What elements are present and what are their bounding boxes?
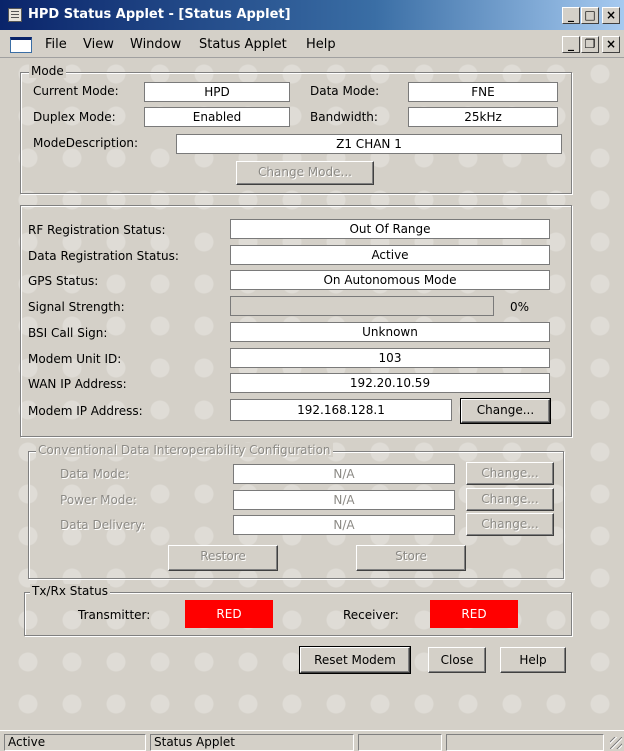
menu-bar: File View Window Status Applet Help [0, 30, 624, 58]
signal-strength-label: Signal Strength: [28, 300, 125, 314]
mode-legend: Mode [29, 64, 66, 78]
conv-data-mode-change-button[interactable]: Change... [466, 462, 554, 485]
document-icon[interactable] [10, 37, 32, 53]
txrx-status-legend: Tx/Rx Status [30, 584, 110, 598]
status-panel-empty-1 [358, 734, 442, 751]
store-button[interactable]: Store [356, 545, 466, 571]
resize-grip-icon[interactable] [610, 737, 622, 749]
receiver-indicator: RED [430, 600, 518, 628]
data-registration-label: Data Registration Status: [28, 249, 179, 263]
close-button[interactable]: × [602, 7, 620, 24]
restore-button[interactable]: Restore [168, 545, 278, 571]
signal-strength-bar [230, 296, 494, 316]
conventional-config-legend: Conventional Data Interoperability Confi… [36, 443, 333, 457]
mdi-restore-button[interactable]: ❐ [581, 36, 599, 53]
status-panel-state: Active [4, 734, 146, 751]
minimize-button[interactable]: _ [562, 7, 580, 24]
conv-data-mode-field: N/A [233, 464, 455, 484]
status-panel-empty-2 [446, 734, 604, 751]
conv-power-mode-change-button[interactable]: Change... [466, 488, 554, 511]
conv-data-mode-label: Data Mode: [60, 467, 130, 481]
current-mode-field: HPD [144, 82, 290, 102]
rf-registration-label: RF Registration Status: [28, 223, 166, 237]
conv-power-mode-field: N/A [233, 490, 455, 510]
conv-data-delivery-field: N/A [233, 515, 455, 535]
reset-modem-button[interactable]: Reset Modem [299, 646, 411, 674]
data-mode-label: Data Mode: [310, 84, 380, 98]
duplex-mode-label: Duplex Mode: [33, 110, 116, 124]
modem-ip-label: Modem IP Address: [28, 404, 143, 418]
mdi-minimize-button[interactable]: _ [562, 36, 580, 53]
change-modem-ip-button[interactable]: Change... [460, 398, 551, 424]
gps-status-field: On Autonomous Mode [230, 270, 550, 290]
status-bar: Active Status Applet [0, 730, 624, 751]
receiver-label: Receiver: [343, 608, 399, 622]
mode-description-label: ModeDescription: [33, 136, 139, 150]
duplex-mode-field: Enabled [144, 107, 290, 127]
conv-data-delivery-change-button[interactable]: Change... [466, 513, 554, 536]
signal-strength-percent: 0% [510, 300, 530, 314]
bandwidth-label: Bandwidth: [310, 110, 378, 124]
menu-file[interactable]: File [45, 37, 67, 52]
data-mode-field: FNE [408, 82, 558, 102]
maximize-button[interactable]: □ [581, 7, 599, 24]
wan-ip-field: 192.20.10.59 [230, 373, 550, 393]
modem-unit-id-field: 103 [230, 348, 550, 368]
bsi-call-sign-label: BSI Call Sign: [28, 326, 108, 340]
transmitter-indicator: RED [185, 600, 273, 628]
title-bar[interactable]: HPD Status Applet - [Status Applet] _ □ … [0, 0, 624, 30]
gps-status-label: GPS Status: [28, 274, 99, 288]
conv-power-mode-label: Power Mode: [60, 493, 137, 507]
mode-description-field: Z1 CHAN 1 [176, 134, 562, 154]
current-mode-label: Current Mode: [33, 84, 119, 98]
wan-ip-label: WAN IP Address: [28, 377, 127, 391]
modem-unit-id-label: Modem Unit ID: [28, 352, 122, 366]
transmitter-label: Transmitter: [78, 608, 151, 622]
app-icon[interactable] [8, 8, 22, 22]
window-title: HPD Status Applet - [Status Applet] [28, 7, 291, 22]
mdi-close-button[interactable]: × [602, 36, 620, 53]
data-registration-field: Active [230, 245, 550, 265]
bsi-call-sign-field: Unknown [230, 322, 550, 342]
status-panel-applet: Status Applet [150, 734, 354, 751]
close-dialog-button[interactable]: Close [428, 647, 486, 673]
menu-status-applet[interactable]: Status Applet [199, 37, 287, 52]
conv-data-delivery-label: Data Delivery: [60, 518, 146, 532]
menu-window[interactable]: Window [130, 37, 181, 52]
change-mode-button[interactable]: Change Mode... [236, 161, 374, 185]
help-button[interactable]: Help [500, 647, 566, 673]
bandwidth-field: 25kHz [408, 107, 558, 127]
menu-help[interactable]: Help [306, 37, 336, 52]
menu-view[interactable]: View [83, 37, 114, 52]
modem-ip-field[interactable]: 192.168.128.1 [230, 399, 452, 421]
rf-registration-field: Out Of Range [230, 219, 550, 239]
